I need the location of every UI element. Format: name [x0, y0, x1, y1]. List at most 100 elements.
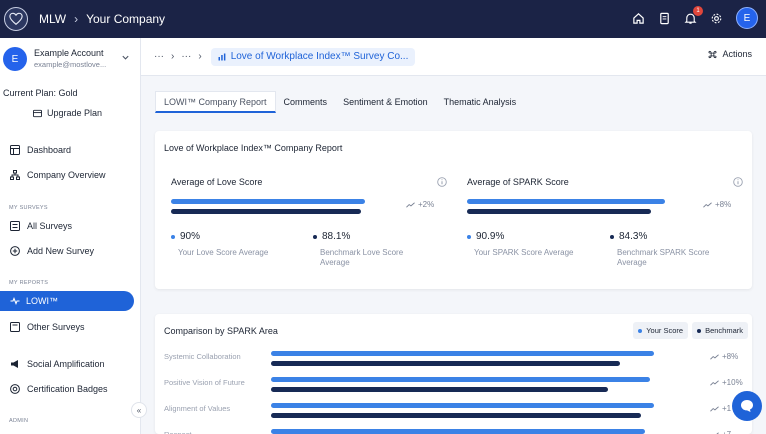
- benchmark-bar: [271, 387, 608, 392]
- upgrade-plan-label: Upgrade Plan: [47, 108, 103, 118]
- actions-label: Actions: [722, 49, 752, 59]
- chat-support-button[interactable]: [732, 391, 762, 421]
- sidebar-item-social-amplification[interactable]: Social Amplification: [10, 354, 105, 374]
- benchmark-dot: [697, 328, 702, 333]
- breadcrumb: ··· › ··· › Love of Workplace Index™ Sur…: [154, 47, 416, 66]
- sidebar-item-add-new-survey[interactable]: Add New Survey: [10, 241, 94, 261]
- bell-icon[interactable]: 1: [684, 5, 703, 25]
- sidebar-item-company-overview[interactable]: Company Overview: [10, 165, 106, 185]
- love-your-bar: [171, 199, 365, 204]
- tab-lowi-company-report[interactable]: LOWI™ Company Report: [155, 91, 276, 113]
- page-header-bar: ··· › ··· › Love of Workplace Index™ Sur…: [141, 38, 766, 76]
- benchmark-dot: [610, 234, 614, 239]
- breadcrumb-separator-icon: ›: [74, 12, 79, 26]
- app-logo[interactable]: [4, 7, 28, 31]
- sidebar-item-label: LOWI™: [26, 296, 59, 306]
- love-benchmark-stat: 88.1% Benchmark Love Score Average: [313, 231, 428, 268]
- stat-value: 84.3%: [619, 231, 648, 242]
- company-report-card: Love of Workplace Index™ Company Report …: [155, 131, 752, 289]
- trend-value: +10%: [722, 378, 743, 387]
- sidebar-item-label: Certification Badges: [27, 384, 108, 394]
- info-icon[interactable]: [437, 177, 447, 187]
- user-avatar[interactable]: E: [736, 7, 758, 29]
- sidebar-item-label: Social Amplification: [27, 359, 105, 369]
- sidebar-item-label: Dashboard: [27, 145, 72, 155]
- sidebar-item-label: Add New Survey: [27, 246, 95, 256]
- chevron-down-icon[interactable]: [121, 53, 130, 62]
- pulse-icon: [10, 297, 20, 305]
- app-name[interactable]: MLW: [39, 12, 66, 26]
- chevron-right-icon: ›: [171, 51, 175, 62]
- account-avatar: E: [3, 47, 27, 71]
- stat-label: Your Love Score Average: [178, 248, 269, 257]
- report-tabs: LOWI™ Company Report Comments Sentiment …: [155, 91, 524, 113]
- sidebar-item-all-surveys[interactable]: All Surveys: [10, 216, 72, 236]
- your-score-bar: [271, 403, 654, 408]
- bar-chart-icon: [218, 53, 226, 60]
- stat-value: 90.9%: [476, 231, 505, 242]
- org-name[interactable]: Your Company: [86, 12, 165, 26]
- card-title: Love of Workplace Index™ Company Report: [164, 143, 343, 153]
- spark-your-stat: 90.9% Your SPARK Score Average: [467, 231, 587, 258]
- section-label-my-surveys: MY SURVEYS: [9, 205, 48, 211]
- notification-badge: 1: [693, 5, 703, 16]
- breadcrumb-ellipsis[interactable]: ···: [181, 51, 191, 62]
- spark-comparison-card: Comparison by SPARK Area Your Score Benc…: [155, 314, 752, 434]
- row-label: Positive Vision of Future: [164, 378, 245, 387]
- breadcrumb-current-label: Love of Workplace Index™ Survey Co...: [230, 51, 409, 62]
- stat-label: Benchmark SPARK Score Average: [617, 248, 710, 267]
- collapse-sidebar-button[interactable]: «: [131, 402, 147, 418]
- trend-up-icon: [710, 353, 719, 360]
- home-icon[interactable]: [632, 12, 645, 25]
- legend-your-score[interactable]: Your Score: [633, 322, 689, 339]
- breadcrumb-current[interactable]: Love of Workplace Index™ Survey Co...: [210, 47, 416, 66]
- tab-sentiment-emotion[interactable]: Sentiment & Emotion: [335, 91, 436, 113]
- gear-icon[interactable]: [710, 12, 723, 25]
- love-benchmark-bar: [171, 209, 361, 214]
- your-score-dot: [467, 234, 471, 239]
- card-title: Comparison by SPARK Area: [164, 326, 278, 336]
- account-switcher[interactable]: E Example Account example@mostlove...: [3, 45, 136, 73]
- benchmark-dot: [313, 234, 317, 239]
- breadcrumb-ellipsis[interactable]: ···: [154, 51, 164, 62]
- your-score-dot: [171, 234, 175, 239]
- sidebar-item-label: All Surveys: [27, 221, 73, 231]
- dashboard-icon: [10, 145, 20, 155]
- trend-value: +8%: [715, 200, 732, 209]
- account-email: example@mostlove...: [34, 60, 107, 69]
- spark-benchmark-bar: [467, 209, 651, 214]
- love-your-stat: 90% Your Love Score Average: [171, 231, 291, 258]
- stat-value: 90%: [180, 231, 201, 242]
- trend-up-icon: [703, 201, 712, 208]
- trend-value: +8%: [722, 352, 739, 361]
- benchmark-bar: [271, 361, 620, 366]
- spark-benchmark-stat: 84.3% Benchmark SPARK Score Average: [610, 231, 728, 268]
- upgrade-plan-button[interactable]: Upgrade Plan: [33, 108, 102, 118]
- document-icon[interactable]: [658, 12, 671, 25]
- org-chart-icon: [10, 170, 20, 180]
- row-trend: +8%: [710, 352, 738, 361]
- actions-button[interactable]: Actions: [708, 49, 752, 59]
- sidebar-item-label: Other Surveys: [27, 322, 85, 332]
- tab-thematic-analysis[interactable]: Thematic Analysis: [436, 91, 525, 113]
- sidebar-item-dashboard[interactable]: Dashboard: [10, 140, 71, 160]
- command-icon: [708, 50, 717, 58]
- row-label: Respect: [164, 430, 192, 434]
- metric-title: Average of SPARK Score: [467, 177, 569, 187]
- current-plan: Current Plan: Gold: [3, 88, 78, 98]
- tab-comments[interactable]: Comments: [276, 91, 336, 113]
- chat-bubble-icon: [741, 400, 753, 412]
- credit-card-icon: [33, 109, 42, 117]
- spark-score-metric: Average of SPARK Score: [467, 177, 743, 187]
- info-icon[interactable]: [733, 177, 743, 187]
- sidebar-item-certification-badges[interactable]: Certification Badges: [10, 379, 108, 399]
- sidebar-item-lowi[interactable]: LOWI™: [0, 291, 134, 311]
- legend-benchmark[interactable]: Benchmark: [692, 322, 748, 339]
- section-label-admin: ADMIN: [9, 418, 29, 424]
- trend-value: +2%: [418, 200, 435, 209]
- legend-label: Your Score: [646, 326, 684, 335]
- stat-label: Benchmark Love Score Average: [320, 248, 404, 267]
- sidebar-item-label: Company Overview: [27, 170, 106, 180]
- spark-trend: +8%: [703, 200, 731, 209]
- sidebar-item-other-surveys[interactable]: Other Surveys: [10, 317, 85, 337]
